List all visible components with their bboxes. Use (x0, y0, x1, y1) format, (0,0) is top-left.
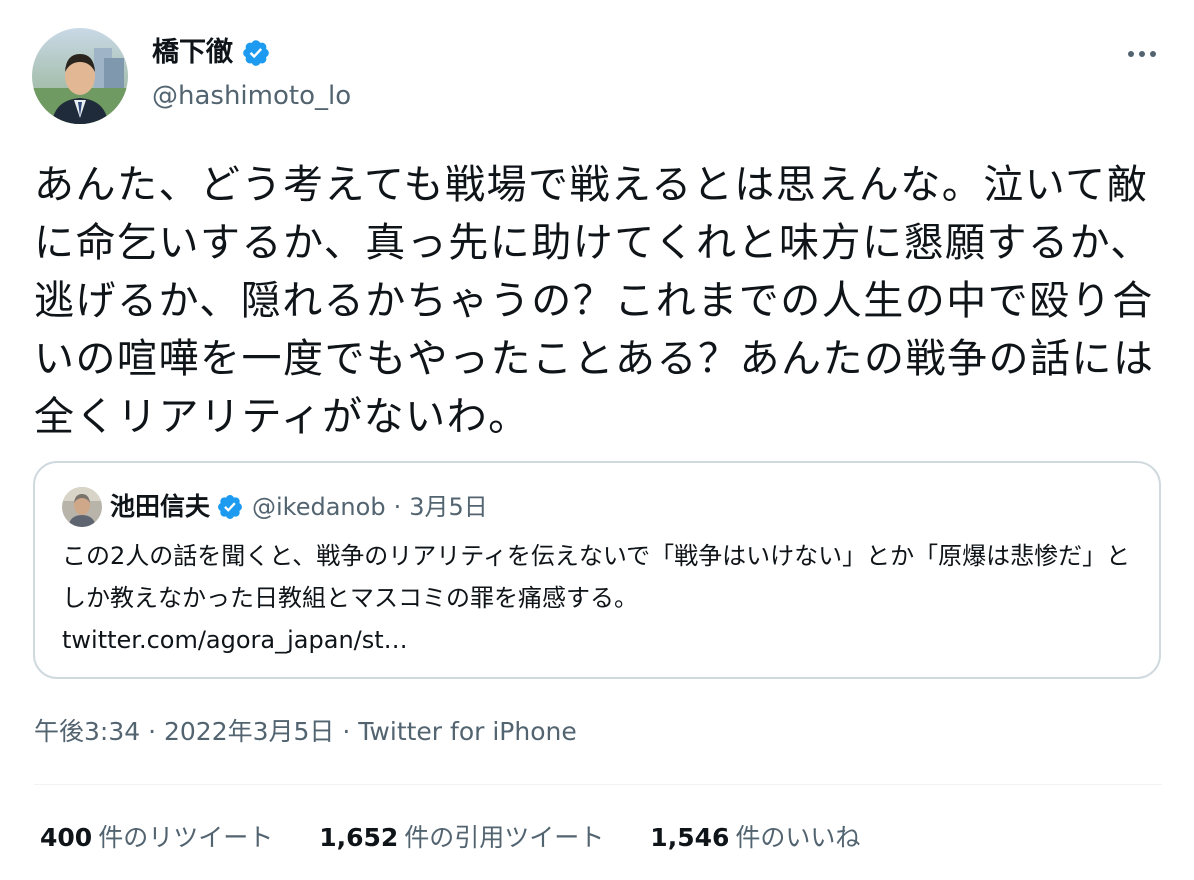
quoted-avatar-photo-icon (62, 487, 102, 527)
more-options-button[interactable] (1120, 36, 1164, 72)
meta-separator-2: · (342, 717, 351, 746)
author-name-row[interactable]: 橋下徹 (152, 34, 271, 72)
quoted-author-avatar (62, 487, 102, 527)
author-display-name: 橋下徹 (152, 37, 233, 68)
tweet-timestamp[interactable]: 午後3:34 · 2022年3月5日 (34, 717, 334, 746)
avatar-photo-icon (32, 28, 128, 124)
tweet-stats: 400 件のリツイート 1,652 件の引用ツイート 1,546 件のいいね (40, 816, 906, 860)
quoted-tweet-text: この2人の話を聞くと、戦争のリアリティを伝えないで「戦争はいけない」とか「原爆は… (62, 542, 1131, 612)
divider (34, 784, 1162, 785)
quote-tweets-label: 件の引用ツイート (404, 823, 605, 852)
tweet-date: 2022年3月5日 (164, 717, 335, 746)
quoted-author-handle: @ikedanob (252, 493, 386, 521)
tweet-time: 午後3:34 (34, 717, 141, 746)
more-dots-icon (1128, 51, 1156, 57)
quote-tweets-stat[interactable]: 1,652 件の引用ツイート (319, 816, 604, 860)
meta-separator: · (148, 717, 157, 746)
quoted-tweet-header: 池田信夫 @ikedanob · 3月5日 (110, 489, 488, 525)
retweets-count: 400 (40, 823, 93, 852)
tweet-meta: 午後3:34 · 2022年3月5日 · Twitter for iPhone (34, 712, 577, 752)
retweets-label: 件のリツイート (98, 823, 274, 852)
quoted-verified-badge-icon (216, 493, 244, 521)
quoted-tweet-link[interactable]: twitter.com/agora_japan/st… (62, 626, 408, 654)
quoted-author-name: 池田信夫 (110, 492, 211, 521)
quoted-tweet[interactable]: 池田信夫 @ikedanob · 3月5日 この2人の話を聞くと、戦争のリアリテ… (33, 461, 1161, 679)
verified-badge-icon (241, 38, 271, 68)
quoted-separator: · (393, 493, 402, 521)
quote-tweets-count: 1,652 (319, 823, 399, 852)
quoted-tweet-date: 3月5日 (409, 493, 488, 521)
tweet-text: あんた、どう考えても戦場で戦えるとは思えんな。泣いて敵に命乞いするか、真っ先に助… (34, 162, 1155, 440)
retweets-stat[interactable]: 400 件のリツイート (40, 816, 273, 860)
tweet: 橋下徹 @hashimoto_lo あんた、どう考えても戦場で戦えるとは思えんな… (0, 0, 1194, 880)
likes-count: 1,546 (650, 823, 730, 852)
tweet-source[interactable]: Twitter for iPhone (358, 717, 576, 746)
likes-stat[interactable]: 1,546 件のいいね (650, 816, 860, 860)
likes-label: 件のいいね (735, 823, 861, 852)
author-avatar[interactable] (32, 28, 128, 124)
author-handle[interactable]: @hashimoto_lo (152, 78, 351, 114)
quoted-tweet-body: この2人の話を聞くと、戦争のリアリティを伝えないで「戦争はいけない」とか「原爆は… (62, 535, 1142, 661)
